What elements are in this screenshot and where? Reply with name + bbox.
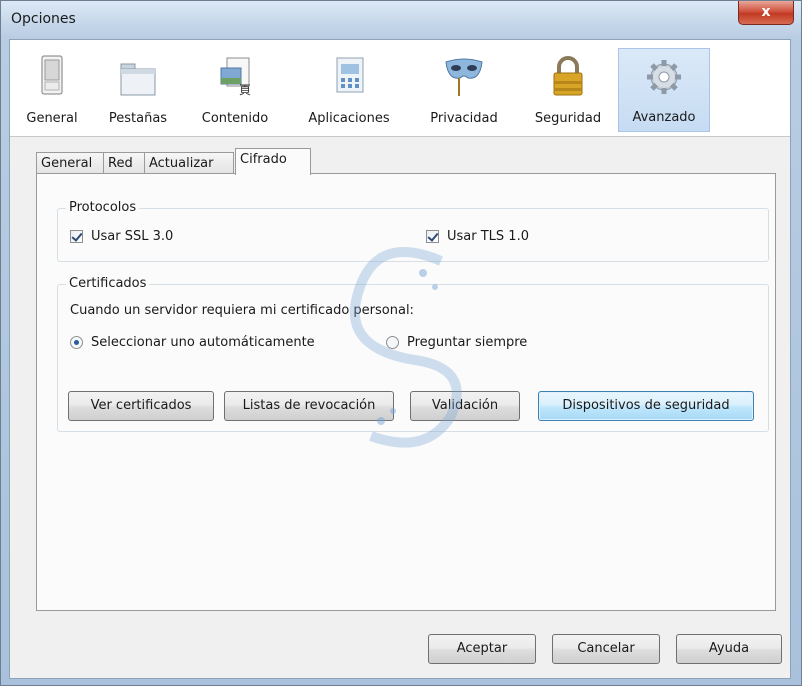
pane-label: Avanzado (632, 110, 696, 125)
group-legend: Certificados (66, 276, 150, 291)
pane-label: Seguridad (534, 111, 602, 126)
radio-ask-label: Preguntar siempre (407, 335, 528, 350)
tls-label: Usar TLS 1.0 (447, 229, 529, 244)
radio-auto-label: Seleccionar uno automáticamente (91, 335, 315, 350)
title-bar[interactable]: Opciones x (1, 1, 801, 39)
pane-label: Privacidad (430, 111, 498, 126)
validation-button[interactable]: Validación (410, 391, 520, 421)
content-page-icon: 頁 (215, 54, 255, 98)
tab-label: Actualizar (149, 156, 214, 171)
cifrado-panel: Protocolos Usar SSL 3.0 Usar TLS 1.0 Cer… (36, 173, 776, 611)
tab-general[interactable]: General (36, 152, 104, 174)
tab-cifrado[interactable]: Cifrado (235, 148, 311, 175)
pane-general[interactable]: General (14, 48, 90, 132)
radio-ask-always[interactable]: Preguntar siempre (386, 335, 527, 350)
view-certificates-button[interactable]: Ver certificados (68, 391, 214, 421)
pane-avanzado[interactable]: Avanzado (618, 48, 710, 132)
checkbox-checked[interactable] (426, 230, 439, 243)
radio-selected[interactable] (70, 336, 83, 349)
ssl-label: Usar SSL 3.0 (91, 229, 174, 244)
certificados-group: Certificados Cuando un servidor requiera… (57, 276, 769, 432)
pane-seguridad[interactable]: Seguridad (520, 48, 616, 132)
pane-label: Aplicaciones (308, 111, 390, 126)
pane-label: Contenido (201, 111, 269, 126)
pane-contenido[interactable]: 頁 Contenido (186, 48, 284, 132)
tab-red[interactable]: Red (103, 152, 145, 174)
mask-icon (444, 54, 484, 98)
window-title: Opciones (11, 11, 76, 27)
certificate-prompt: Cuando un servidor requiera mi certifica… (70, 303, 414, 318)
tab-label: Red (108, 156, 133, 171)
pane-label: General (26, 111, 78, 126)
radio-unselected[interactable] (386, 336, 399, 349)
radio-select-automatically[interactable]: Seleccionar uno automáticamente (70, 335, 315, 350)
ssl-checkbox[interactable]: Usar SSL 3.0 (70, 229, 173, 244)
security-devices-button[interactable]: Dispositivos de seguridad (538, 391, 754, 421)
tls-checkbox[interactable]: Usar TLS 1.0 (426, 229, 529, 244)
pane-toolbar: General Pestañas 頁 Contenido Aplicacione… (10, 40, 790, 137)
close-button[interactable]: x (738, 1, 794, 25)
pane-privacidad[interactable]: Privacidad (412, 48, 516, 132)
options-window: Opciones x General Pestañas 頁 Contenido … (0, 0, 802, 686)
cancel-button[interactable]: Cancelar (552, 634, 660, 664)
tab-actualizar[interactable]: Actualizar (144, 152, 234, 174)
help-button[interactable]: Ayuda (676, 634, 782, 664)
gear-icon (644, 55, 684, 99)
svg-text:頁: 頁 (239, 83, 251, 97)
padlock-icon (548, 54, 588, 98)
checkbox-checked[interactable] (70, 230, 83, 243)
tab-label: General (41, 156, 93, 171)
close-icon: x (761, 4, 771, 20)
pane-pestanas[interactable]: Pestañas (94, 48, 182, 132)
applications-icon (329, 54, 369, 98)
revocation-lists-button[interactable]: Listas de revocación (224, 391, 394, 421)
dialog-client-area: General Pestañas 頁 Contenido Aplicacione… (9, 39, 791, 679)
protocolos-group: Protocolos Usar SSL 3.0 Usar TLS 1.0 (57, 200, 769, 262)
accept-button[interactable]: Aceptar (428, 634, 536, 664)
tab-label: Cifrado (240, 152, 287, 167)
pane-aplicaciones[interactable]: Aplicaciones (288, 48, 410, 132)
pane-label: Pestañas (108, 111, 168, 126)
switch-icon (32, 54, 72, 98)
tabs-window-icon (118, 54, 158, 98)
group-legend: Protocolos (66, 200, 140, 215)
